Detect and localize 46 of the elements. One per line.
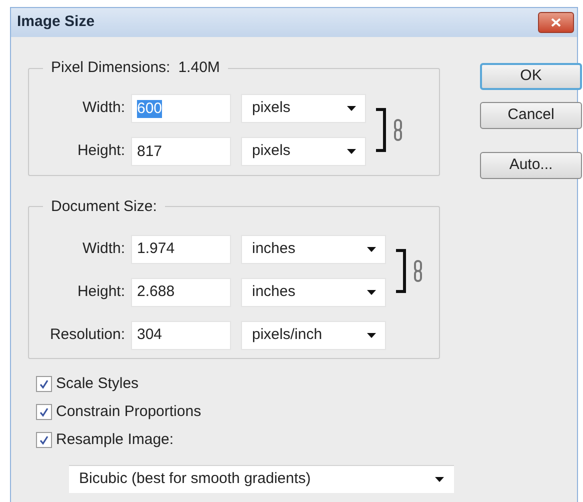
- unit-dropdown[interactable]: inches: [241, 278, 386, 306]
- field-value: 817: [137, 142, 162, 160]
- value-field[interactable]: 304: [131, 320, 231, 350]
- value-field[interactable]: 2.688: [131, 278, 231, 306]
- checkbox[interactable]: [36, 404, 52, 420]
- unit-dropdown[interactable]: inches: [241, 234, 386, 264]
- value-field[interactable]: 1.974: [131, 234, 231, 264]
- dialog-button[interactable]: Auto...: [480, 152, 582, 179]
- caret-icon: [367, 290, 376, 294]
- unit-dropdown[interactable]: pixels: [241, 137, 366, 166]
- field-label: Width:: [81, 238, 125, 259]
- chain-icon: [414, 260, 422, 282]
- field-value: 1.974: [137, 240, 175, 258]
- group-title: Pixel Dimensions:: [51, 58, 170, 78]
- checkbox-label: Resample Image:: [56, 430, 174, 450]
- file-size: 1.40M: [178, 58, 220, 78]
- field-label: Height:: [76, 141, 125, 162]
- value-field[interactable]: 817: [131, 137, 231, 166]
- dialog-button[interactable]: OK: [480, 63, 582, 90]
- field-label: Resolution:: [48, 324, 125, 345]
- close-icon: [551, 18, 561, 27]
- field-label: Width:: [81, 98, 125, 118]
- close-button[interactable]: [538, 12, 574, 33]
- group-title: Document Size:: [51, 196, 157, 216]
- caret-icon: [435, 477, 444, 482]
- chain-icon: [394, 119, 402, 141]
- field-value: 600: [137, 100, 162, 118]
- resample-dropdown[interactable]: Bicubic (best for smooth gradients): [69, 465, 454, 493]
- unit-dropdown[interactable]: pixels: [241, 94, 366, 123]
- unit-dropdown[interactable]: pixels/inch: [241, 320, 386, 350]
- field-value: 2.688: [137, 283, 175, 301]
- caret-icon: [347, 106, 356, 111]
- checkmark-icon: [39, 435, 49, 445]
- checkmark-icon: [39, 407, 49, 417]
- field-label: Height:: [76, 282, 125, 302]
- caret-icon: [347, 149, 356, 154]
- caret-icon: [367, 246, 376, 252]
- checkmark-icon: [39, 379, 49, 389]
- checkbox[interactable]: [36, 376, 52, 392]
- window-title: Image Size: [17, 12, 95, 32]
- dialog-button[interactable]: Cancel: [480, 102, 582, 129]
- checkbox-label: Scale Styles: [56, 374, 139, 394]
- checkbox-label: Constrain Proportions: [56, 402, 202, 422]
- caret-icon: [367, 332, 376, 338]
- field-value: 304: [137, 326, 162, 344]
- checkbox[interactable]: [36, 432, 52, 448]
